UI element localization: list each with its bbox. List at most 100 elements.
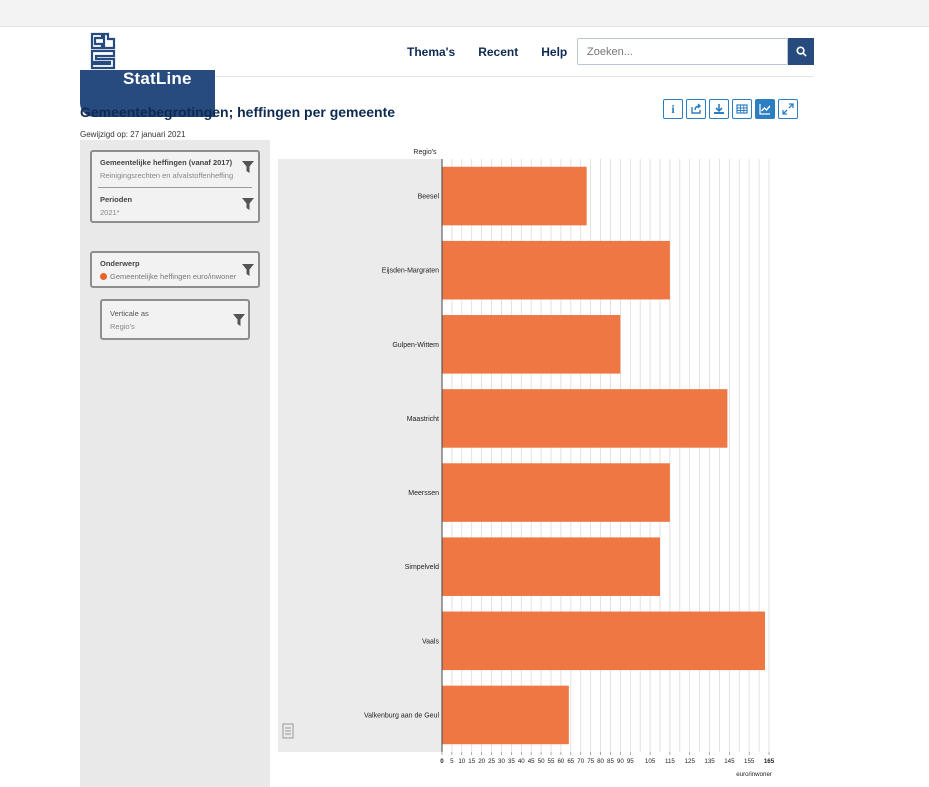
x-tick-label: 5 bbox=[450, 758, 454, 765]
modified-date: Gewijzigd op: 27 januari 2021 bbox=[80, 130, 186, 139]
x-tick-label: 15 bbox=[468, 758, 475, 765]
browser-top-strip bbox=[0, 0, 929, 27]
bar bbox=[442, 389, 728, 448]
x-tick-label: 25 bbox=[488, 758, 495, 765]
filter-perioden[interactable]: Perioden 2021* bbox=[100, 195, 240, 217]
view-toolbar: i bbox=[663, 99, 798, 119]
bar bbox=[442, 537, 660, 596]
x-tick-label: 30 bbox=[498, 758, 505, 765]
category-label: Beesel bbox=[418, 194, 440, 201]
table-icon bbox=[736, 104, 748, 114]
category-label: Vaals bbox=[422, 638, 439, 645]
download-icon bbox=[714, 104, 724, 114]
category-label-panel bbox=[278, 159, 442, 752]
share-button[interactable] bbox=[686, 99, 706, 119]
x-tick-label: 155 bbox=[744, 758, 755, 765]
category-label: Meerssen bbox=[408, 490, 439, 497]
series-color-dot bbox=[100, 273, 107, 280]
category-label: Valkenburg aan de Geul bbox=[364, 712, 439, 719]
filter-verticale-as-title: Verticale as bbox=[110, 309, 149, 318]
filter-card-onderwerp[interactable]: Onderwerp Gemeentelijke heffingen euro/i… bbox=[90, 251, 260, 288]
x-tick-label: 40 bbox=[518, 758, 525, 765]
funnel-icon bbox=[242, 161, 254, 173]
x-tick-label: 85 bbox=[607, 758, 614, 765]
bar bbox=[442, 685, 569, 745]
x-tick-label: 90 bbox=[617, 758, 624, 765]
fullscreen-button[interactable] bbox=[778, 99, 798, 119]
download-button[interactable] bbox=[709, 99, 729, 119]
x-axis-title: euro/inwoner bbox=[736, 771, 772, 778]
funnel-icon bbox=[242, 198, 254, 210]
category-label: Simpelveld bbox=[405, 564, 439, 571]
category-label: Maastricht bbox=[407, 416, 439, 423]
x-tick-label: 135 bbox=[704, 758, 715, 765]
x-tick-label: 10 bbox=[458, 758, 465, 765]
header-divider bbox=[215, 76, 814, 77]
filter-verticale-as-funnel[interactable] bbox=[233, 313, 245, 326]
cbs-logo-mark-icon bbox=[90, 32, 116, 70]
x-tick-label: 65 bbox=[567, 758, 574, 765]
x-tick-label: 20 bbox=[478, 758, 485, 765]
bar bbox=[442, 611, 766, 671]
chart-button[interactable] bbox=[755, 99, 775, 119]
info-icon: i bbox=[671, 101, 675, 116]
filter-divider bbox=[98, 187, 252, 188]
nav-help[interactable]: Help bbox=[541, 45, 567, 59]
filter-onderwerp-value-row: Gemeentelijke heffingen euro/inwoner bbox=[100, 272, 245, 281]
bar bbox=[442, 240, 670, 300]
filter-onderwerp-title: Onderwerp bbox=[100, 259, 140, 268]
filter-heffingen-value: Reinigingsrechten en afvalstoffenheffing bbox=[100, 171, 234, 180]
nav-recent[interactable]: Recent bbox=[478, 45, 518, 59]
x-tick-label: 50 bbox=[538, 758, 545, 765]
chart-icon bbox=[759, 104, 771, 115]
filter-onderwerp-funnel[interactable] bbox=[242, 263, 254, 276]
filter-card-verticale-as[interactable]: Verticale as Regio's bbox=[100, 299, 250, 340]
filter-perioden-title: Perioden bbox=[100, 195, 133, 204]
share-icon bbox=[691, 103, 701, 114]
x-tick-label: 165 bbox=[764, 758, 775, 765]
logo-text: StatLine bbox=[123, 69, 192, 88]
x-tick-label: 55 bbox=[548, 758, 555, 765]
page-title: Gemeentebegrotingen; heffingen per gemee… bbox=[80, 104, 396, 120]
x-tick-label: 80 bbox=[597, 758, 604, 765]
x-tick-label: 105 bbox=[645, 758, 656, 765]
x-tick-label: 95 bbox=[627, 758, 634, 765]
filter-card-dimensions: Gemeentelijke heffingen (vanaf 2017) Rei… bbox=[90, 150, 260, 223]
category-label: Gulpen-Wittem bbox=[392, 342, 439, 349]
nav-themas[interactable]: Thema's bbox=[407, 45, 455, 59]
x-tick-label: 145 bbox=[724, 758, 735, 765]
table-button[interactable] bbox=[732, 99, 752, 119]
x-tick-label: 45 bbox=[528, 758, 535, 765]
x-tick-label: 115 bbox=[665, 758, 675, 765]
filter-verticale-as-value: Regio's bbox=[110, 322, 135, 331]
x-tick-label: 70 bbox=[577, 758, 584, 765]
filter-heffingen-funnel[interactable] bbox=[242, 160, 254, 173]
x-tick-label: 75 bbox=[587, 758, 594, 765]
x-tick-label: 60 bbox=[557, 758, 564, 765]
cbs-logo[interactable]: StatLine bbox=[80, 28, 215, 117]
bar bbox=[442, 315, 621, 374]
category-label: Eijsden-Margraten bbox=[382, 268, 439, 275]
bar bbox=[442, 463, 670, 522]
info-button[interactable]: i bbox=[663, 99, 683, 119]
search-button[interactable] bbox=[788, 38, 814, 65]
funnel-icon bbox=[233, 314, 245, 326]
funnel-icon bbox=[242, 264, 254, 276]
y-axis-title: Regio's bbox=[413, 149, 437, 156]
search-input[interactable] bbox=[577, 38, 788, 65]
filter-heffingen-title: Gemeentelijke heffingen (vanaf 2017) bbox=[100, 158, 233, 167]
x-tick-label: 0 bbox=[440, 758, 444, 765]
x-tick-label: 125 bbox=[685, 758, 696, 765]
x-tick-label: 35 bbox=[508, 758, 515, 765]
bar bbox=[442, 166, 587, 226]
filter-perioden-funnel[interactable] bbox=[242, 197, 254, 210]
fullscreen-icon bbox=[782, 103, 794, 115]
filter-perioden-value: 2021* bbox=[100, 208, 120, 217]
filter-onderwerp-value: Gemeentelijke heffingen euro/inwoner bbox=[110, 272, 237, 281]
main-nav: Thema's Recent Help bbox=[407, 45, 567, 59]
filter-heffingen[interactable]: Gemeentelijke heffingen (vanaf 2017) Rei… bbox=[100, 158, 240, 180]
bar-chart: Regio's Beesel Eijsden-Margraten Gulpen-Wit… bbox=[278, 140, 798, 785]
search-icon bbox=[795, 46, 807, 57]
bar-chart-svg: Regio's Beesel Eijsden-Margraten Gulpen-Wit… bbox=[278, 149, 775, 778]
filter-sidebar: Gemeentelijke heffingen (vanaf 2017) Rei… bbox=[80, 140, 270, 787]
